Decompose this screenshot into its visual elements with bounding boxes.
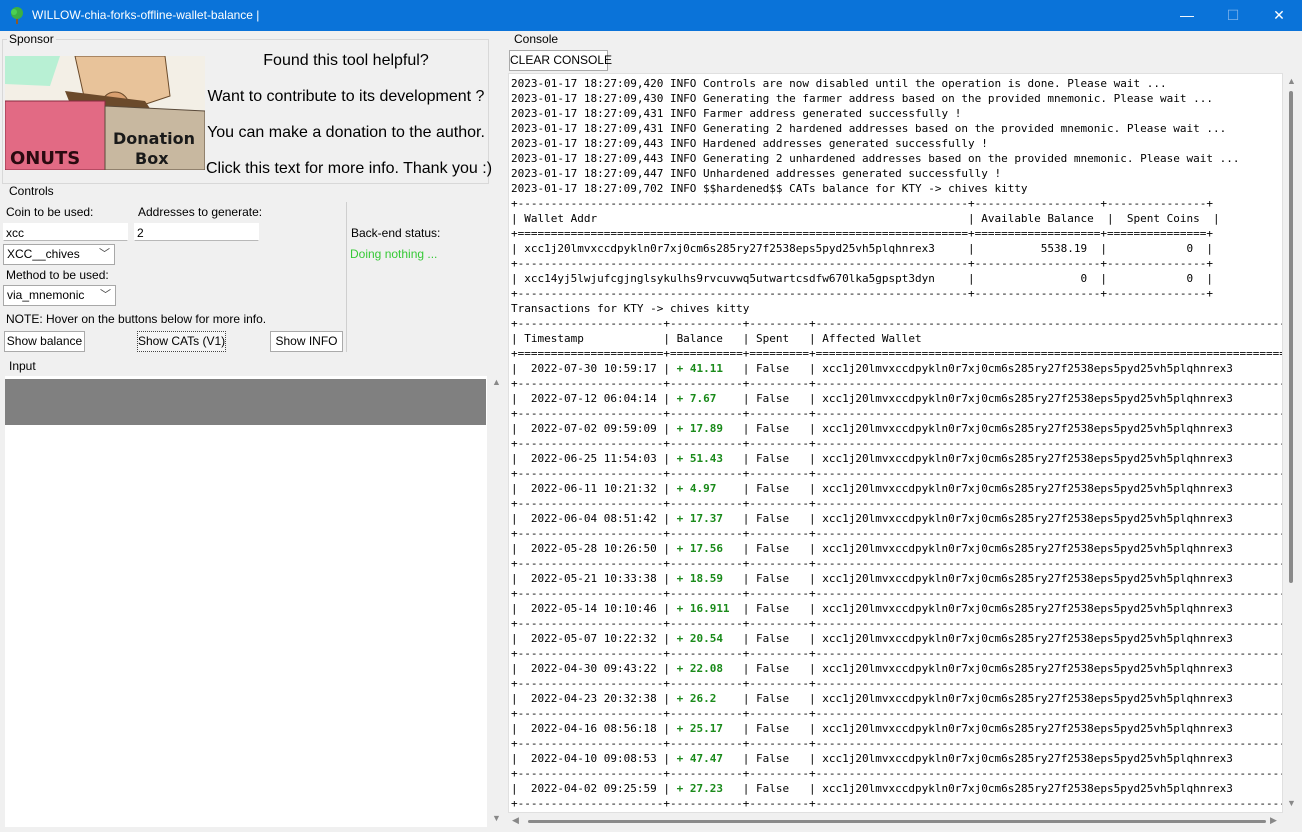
title-bar: WILLOW-chia-forks-offline-wallet-balance… — [0, 0, 1302, 31]
donuts-text: ONUTS — [10, 148, 80, 169]
box-text: Box — [135, 149, 169, 168]
scroll-left-icon[interactable]: ◀ — [512, 815, 519, 826]
sponsor-line-4[interactable]: Click this text for more info. Thank you… — [206, 160, 492, 178]
console-label: Console — [512, 32, 561, 46]
coin-label: Coin to be used: — [6, 205, 94, 219]
controls-label: Controls — [7, 184, 56, 198]
close-button[interactable]: ✕ — [1256, 0, 1302, 31]
method-label: Method to be used: — [6, 268, 109, 282]
coin-select-value: XCC__chives — [7, 247, 80, 261]
donation-box-illustration: ONUTS Donation Box — [5, 56, 205, 170]
show-cats-button[interactable]: Show CATs (V1) — [137, 331, 226, 352]
coin-select[interactable]: XCC__chives ﹀ — [3, 244, 115, 265]
console-output[interactable]: 2023-01-17 18:27:09,420 INFO Controls ar… — [508, 73, 1283, 813]
scroll-up-icon[interactable]: ▲ — [492, 377, 501, 387]
method-select[interactable]: via_mnemonic ﹀ — [3, 285, 116, 306]
maximize-button[interactable]: ☐ — [1210, 0, 1256, 31]
scroll-down-icon[interactable]: ▼ — [1287, 798, 1296, 808]
controls-separator — [346, 202, 347, 352]
console-vscroll-thumb[interactable] — [1289, 91, 1293, 583]
sponsor-line-3[interactable]: You can make a donation to the author. — [206, 124, 486, 142]
chevron-down-icon: ﹀ — [99, 248, 110, 260]
window-title: WILLOW-chia-forks-offline-wallet-balance… — [32, 8, 260, 22]
status-label: Back-end status: — [351, 226, 441, 240]
clear-console-button[interactable]: CLEAR CONSOLE — [509, 50, 612, 71]
input-scrollbar[interactable]: ▲ ▼ — [489, 375, 504, 827]
console-text: 2023-01-17 18:27:09,420 INFO Controls ar… — [511, 77, 1282, 810]
chevron-down-icon: ﹀ — [100, 289, 111, 301]
scroll-up-icon[interactable]: ▲ — [1287, 76, 1296, 86]
tree-icon — [11, 7, 23, 24]
console-vscrollbar[interactable]: ▲ ▼ — [1283, 73, 1300, 813]
sponsor-line-1[interactable]: Found this tool helpful? — [206, 52, 486, 70]
input-highlight — [5, 379, 486, 425]
console-hscroll-thumb[interactable] — [528, 820, 1266, 823]
coin-input[interactable]: xcc — [3, 223, 128, 241]
addresses-label: Addresses to generate: — [138, 205, 263, 219]
method-select-value: via_mnemonic — [7, 288, 85, 302]
show-balance-button[interactable]: Show balance — [4, 331, 85, 352]
scroll-right-icon[interactable]: ▶ — [1270, 815, 1277, 826]
sponsor-line-2[interactable]: Want to contribute to its development ? — [206, 88, 486, 106]
donation-text: Donation — [113, 129, 195, 148]
console-hscrollbar[interactable]: ◀ ▶ — [508, 813, 1283, 829]
sponsor-label: Sponsor — [7, 32, 56, 46]
status-value: Doing nothing ... — [350, 247, 438, 261]
show-info-button[interactable]: Show INFO — [270, 331, 343, 352]
minimize-button[interactable]: — — [1164, 0, 1210, 31]
scroll-down-icon[interactable]: ▼ — [492, 813, 501, 823]
input-textarea[interactable] — [5, 376, 487, 827]
input-label: Input — [7, 359, 38, 373]
donation-box-image[interactable]: ONUTS Donation Box — [5, 56, 205, 170]
note-text: NOTE: Hover on the buttons below for mor… — [6, 312, 267, 326]
addresses-input[interactable]: 2 — [134, 223, 259, 241]
